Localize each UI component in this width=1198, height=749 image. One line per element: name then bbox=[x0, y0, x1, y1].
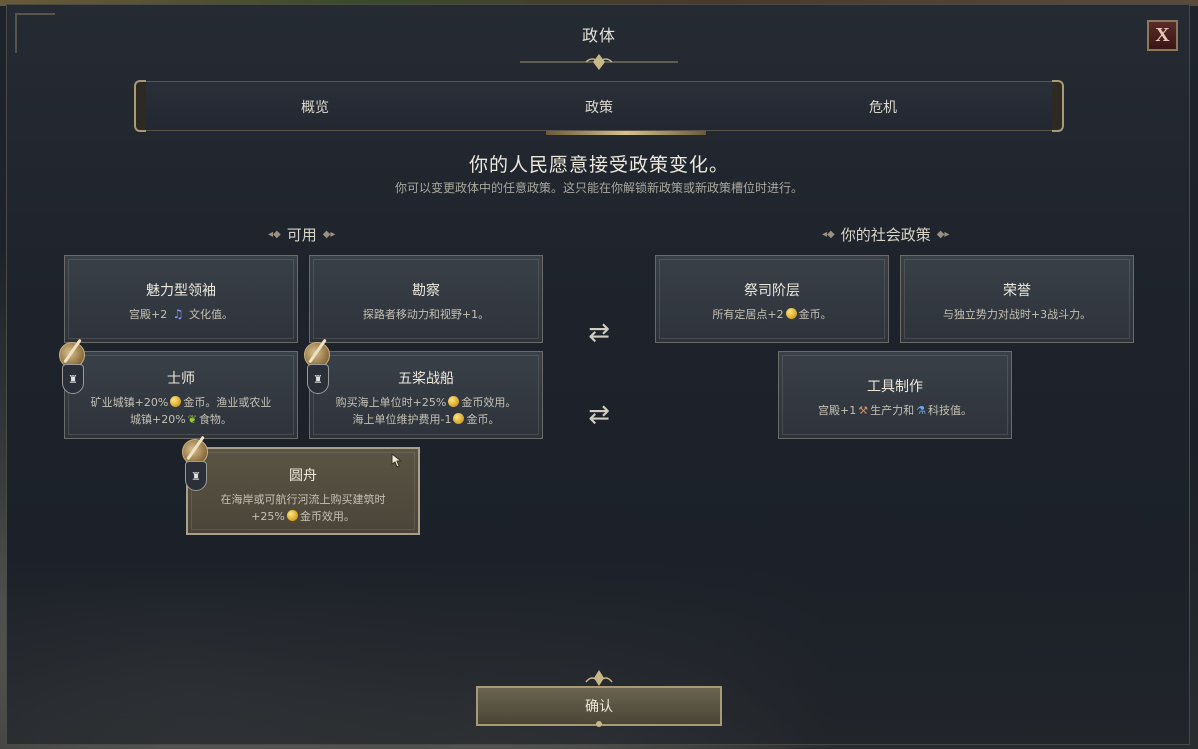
diamond-ornament-icon: ◂◆ bbox=[268, 229, 281, 240]
diamond-ornament-icon: ◆▸ bbox=[322, 229, 336, 240]
tab-bar-cap-right bbox=[1052, 80, 1064, 132]
new-policy-badge: ♜ bbox=[59, 342, 87, 396]
policy-card-scouting[interactable]: 勘察 探路者移动力和视野+1。 bbox=[309, 255, 543, 343]
policy-desc: 宫殿+2 ♫ 文化值。 bbox=[129, 307, 233, 321]
diamond-ornament-icon: ◂◆ bbox=[822, 229, 835, 240]
available-section-title: ◂◆ 可用 ◆▸ bbox=[268, 224, 335, 245]
hand-cursor-icon bbox=[391, 452, 403, 468]
policy-desc: 矿业城镇+20% 金币。渔业或农业 城镇+20% ❦ 食物。 bbox=[90, 396, 272, 426]
policy-headline: 你的人民愿意接受政策变化。 bbox=[468, 154, 729, 176]
policy-card-toolmaking[interactable]: 工具制作 宫殿+1 ⚒ 生产力和 ⚗ 科技值。 bbox=[778, 351, 1012, 439]
section-title-text: 你的社会政策 bbox=[840, 226, 931, 244]
gold-coin-icon bbox=[170, 396, 182, 407]
policy-card-charismatic-leader[interactable]: 魅力型领袖 宫殿+2 ♫ 文化值。 bbox=[64, 255, 298, 343]
tab-label: 政策 bbox=[585, 100, 613, 116]
close-button[interactable]: X bbox=[1147, 20, 1178, 51]
new-policy-badge: ♜ bbox=[304, 342, 332, 396]
policy-card-priesthood[interactable]: 祭司阶层 所有定居点+2 金币。 bbox=[655, 255, 889, 343]
policy-name: 士师 bbox=[167, 371, 195, 387]
policy-desc: 与独立势力对战时+3战斗力。 bbox=[942, 308, 1092, 321]
gold-coin-icon bbox=[448, 396, 460, 407]
policy-card-coracle[interactable]: ♜ 圆舟 在海岸或可航行河流上购买建筑时 +25% 金币效用。 bbox=[182, 439, 420, 535]
policy-card-scholar[interactable]: ♜ 士师 矿业城镇+20% 金币。渔业或农业 城镇+20% ❦ 食物。 bbox=[59, 342, 298, 439]
new-policy-badge: ♜ bbox=[182, 439, 210, 493]
culture-note-icon: ♫ bbox=[172, 307, 184, 321]
tab-policies[interactable]: 政策 bbox=[454, 82, 744, 135]
gold-coin-icon bbox=[453, 413, 465, 424]
window-title: 政体 bbox=[581, 26, 616, 45]
policy-desc: 购买海上单位时+25% 金币效用。 海上单位维护费用-1 金币。 bbox=[335, 396, 517, 426]
tab-overview[interactable]: 概览 bbox=[170, 82, 460, 132]
confirm-label: 确认 bbox=[585, 699, 613, 715]
active-tab-underline bbox=[546, 131, 706, 135]
gold-coin-icon bbox=[785, 308, 797, 319]
title-ornament-icon bbox=[520, 54, 678, 70]
policy-name: 勘察 bbox=[412, 283, 440, 299]
gold-coin-icon bbox=[286, 510, 298, 521]
tab-crisis[interactable]: 危机 bbox=[738, 82, 1028, 132]
policy-desc: 所有定居点+2 金币。 bbox=[712, 308, 832, 321]
policy-name: 工具制作 bbox=[867, 379, 923, 395]
confirm-dot-ornament bbox=[596, 721, 602, 727]
confirm-button[interactable]: 确认 bbox=[476, 686, 722, 726]
policy-name: 魅力型领袖 bbox=[146, 283, 216, 299]
swap-arrows-icon[interactable]: ⇄ bbox=[584, 400, 614, 430]
tab-bar-cap-left bbox=[134, 80, 146, 132]
hammer-icon: ⚒ bbox=[858, 404, 869, 417]
social-section-title: ◂◆ 你的社会政策 ◆▸ bbox=[822, 224, 949, 245]
policy-name: 圆舟 bbox=[289, 468, 317, 484]
policy-subline: 你可以变更政体中的任意政策。这只能在你解锁新政策或新政策槽位时进行。 bbox=[394, 181, 803, 195]
policy-card-honor[interactable]: 荣誉 与独立势力对战时+3战斗力。 bbox=[900, 255, 1134, 343]
policy-desc: 探路者移动力和视野+1。 bbox=[362, 308, 490, 321]
age-shield-icon: ♜ bbox=[185, 461, 207, 491]
section-title-text: 可用 bbox=[286, 226, 317, 244]
swap-arrows-icon[interactable]: ⇄ bbox=[584, 318, 614, 348]
tab-label: 危机 bbox=[869, 100, 897, 116]
policy-name: 祭司阶层 bbox=[744, 283, 800, 299]
food-icon: ❦ bbox=[187, 413, 197, 426]
diamond-ornament-icon: ◆▸ bbox=[936, 229, 950, 240]
age-shield-icon: ♜ bbox=[307, 364, 329, 394]
policy-name: 五桨战船 bbox=[398, 371, 454, 387]
tab-label: 概览 bbox=[301, 100, 329, 116]
policy-card-galley[interactable]: ♜ 五桨战船 购买海上单位时+25% 金币效用。 海上单位维护费用-1 金币。 bbox=[304, 342, 543, 439]
policy-name: 荣誉 bbox=[1003, 283, 1031, 299]
close-icon: X bbox=[1155, 24, 1170, 46]
age-shield-icon: ♜ bbox=[62, 364, 84, 394]
policy-desc: 宫殿+1 ⚒ 生产力和 ⚗ 科技值。 bbox=[818, 404, 972, 417]
policy-desc: 在海岸或可航行河流上购买建筑时 +25% 金币效用。 bbox=[220, 493, 386, 523]
tab-bar: 概览 政策 危机 bbox=[134, 80, 1064, 135]
flask-icon: ⚗ bbox=[916, 404, 926, 417]
